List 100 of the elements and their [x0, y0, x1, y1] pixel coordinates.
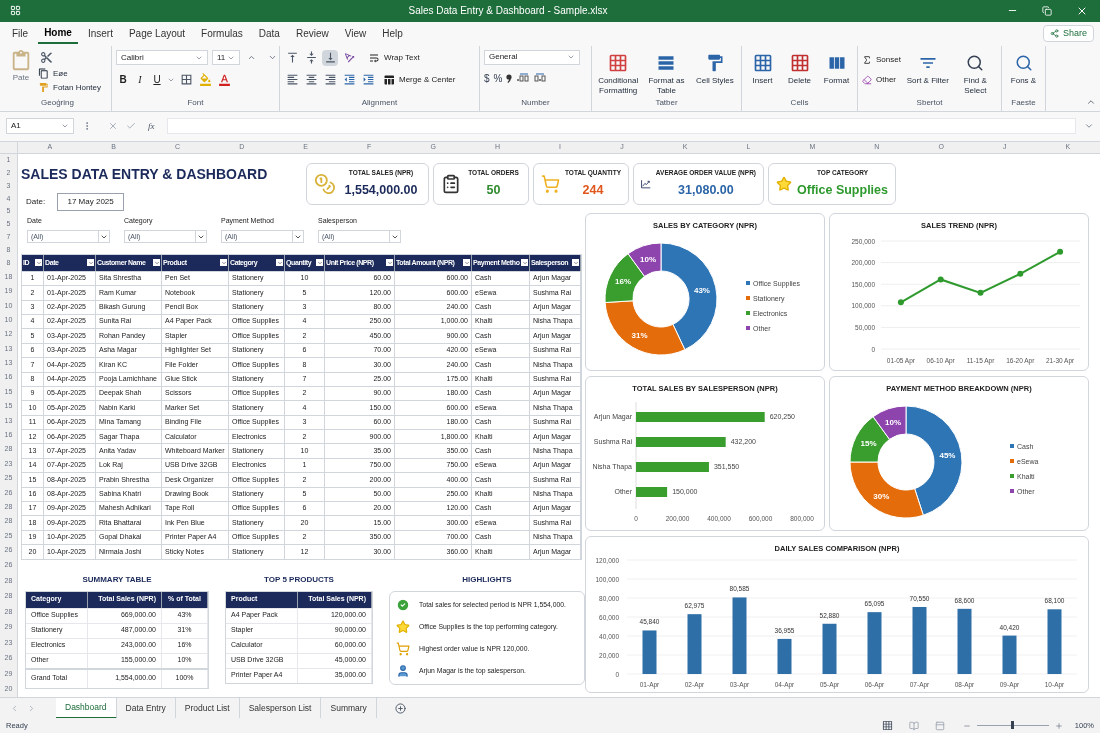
- data-label: 30%: [872, 492, 889, 501]
- menu-tab[interactable]: Help: [376, 23, 409, 44]
- kpi-value: 1,554,000.00: [344, 181, 418, 199]
- magnifier-icon: [1014, 53, 1033, 72]
- data-point: [977, 289, 983, 296]
- font-name-field[interactable]: Calibri: [116, 50, 208, 66]
- filter-button[interactable]: [276, 259, 283, 267]
- conditional-formatting-button[interactable]: Conditional Formatting: [596, 49, 641, 96]
- merge-icon: [383, 73, 395, 86]
- data-label: 43%: [694, 285, 710, 295]
- copy-icon: [38, 68, 49, 80]
- cut-icon[interactable]: [38, 49, 54, 66]
- menu-tab[interactable]: Page Layout: [122, 23, 192, 44]
- insert-cells-button[interactable]: Insert: [746, 49, 779, 86]
- sort-filter-button[interactable]: Sort & Filter: [906, 49, 950, 86]
- bar: [1002, 635, 1017, 675]
- format-table-button[interactable]: Format as Table: [644, 49, 689, 96]
- dashboard-title: SALES DATA ENTRY & DASHBOARD: [21, 164, 269, 184]
- bar: [822, 623, 837, 675]
- filter-button[interactable]: [386, 259, 393, 267]
- formula-input[interactable]: [166, 118, 1076, 135]
- filter-button[interactable]: [572, 259, 579, 267]
- autosum-button[interactable]: Sonset: [862, 53, 903, 66]
- wrap-text-button[interactable]: Wrap Text: [368, 51, 420, 64]
- data-label: 10%: [884, 418, 901, 428]
- section-title: TOP 5 PRODUCTS: [264, 573, 334, 586]
- ribbon-group-label: Font: [186, 96, 205, 109]
- menu-tab[interactable]: View: [338, 23, 373, 44]
- bar: [642, 630, 657, 675]
- copy-button[interactable]: Eøe: [38, 67, 102, 80]
- insert-function-button[interactable]: fx: [144, 119, 159, 134]
- menu-tab[interactable]: Home: [38, 23, 78, 44]
- bar: [957, 608, 972, 675]
- paintbrush-icon: [38, 82, 49, 94]
- legend-swatch: [1009, 444, 1014, 449]
- filter-button[interactable]: [35, 259, 42, 267]
- zoom-slider-thumb[interactable]: [1011, 721, 1015, 729]
- legend-swatch: [746, 296, 750, 301]
- filter-button[interactable]: [521, 259, 528, 267]
- menu-tab[interactable]: Review: [289, 23, 335, 44]
- menu-tab[interactable]: Data: [252, 23, 286, 44]
- menu-tab[interactable]: File: [6, 23, 35, 44]
- clipboard-icon: [441, 173, 461, 194]
- percent-button[interactable]: %: [493, 70, 503, 86]
- ribbon-group-label: Faeste: [1010, 96, 1037, 109]
- bold-button[interactable]: B: [116, 72, 130, 88]
- share-icon: [1049, 29, 1059, 39]
- cell-styles-button[interactable]: Cell Styles: [692, 49, 737, 86]
- underline-button[interactable]: U: [150, 72, 164, 88]
- filter-button[interactable]: [87, 259, 94, 267]
- number-format-field[interactable]: General: [484, 49, 580, 65]
- filter-button[interactable]: [153, 259, 160, 267]
- insert-grid-icon: [752, 52, 773, 73]
- ribbon-group-label: Tatber: [654, 96, 679, 109]
- add-ins-button[interactable]: Fons &: [1006, 49, 1041, 86]
- find-select-button[interactable]: Find & Select: [953, 49, 997, 96]
- format-cells-button[interactable]: Format: [820, 49, 853, 86]
- ribbon-group-label: Geoģring: [40, 96, 75, 109]
- name-box[interactable]: A1: [6, 118, 74, 135]
- close-icon[interactable]: [1076, 5, 1088, 17]
- legend-swatch: [746, 311, 750, 316]
- sigma-icon: [862, 54, 872, 65]
- filter-button[interactable]: [220, 259, 227, 267]
- date-field[interactable]: 17 May 2025: [57, 192, 125, 211]
- delete-cells-button[interactable]: Delete: [783, 49, 816, 86]
- legend-swatch: [746, 281, 750, 286]
- bar: [1047, 609, 1062, 675]
- share-button[interactable]: Share: [1042, 25, 1094, 43]
- filter-button[interactable]: [463, 259, 470, 267]
- cart-icon: [396, 641, 410, 656]
- align-bottom-icon[interactable]: [322, 49, 338, 66]
- person-icon: [396, 663, 410, 678]
- data-point: [937, 276, 944, 283]
- legend-swatch: [1009, 489, 1014, 494]
- menu-tab[interactable]: Formulas: [195, 23, 249, 44]
- merge-center-button[interactable]: Merge & Center: [383, 73, 456, 86]
- decrease-decimal-icon[interactable]: [534, 73, 549, 84]
- comma-style-icon: [506, 73, 513, 83]
- increase-decimal-icon[interactable]: [516, 73, 531, 84]
- menu-tab[interactable]: Insert: [81, 23, 119, 44]
- kpi-value: 50: [486, 181, 501, 199]
- currency-button[interactable]: $: [484, 70, 490, 86]
- italic-button[interactable]: I: [133, 72, 147, 88]
- format-painter-button[interactable]: Fotan Hontey: [38, 81, 102, 94]
- normal-view-icon[interactable]: [881, 720, 893, 731]
- sheet-tab[interactable]: Dashboard: [56, 697, 117, 719]
- clear-button[interactable]: Other: [862, 73, 903, 86]
- window-title: Sales Data Entry & Dashboard - Sample.xlsx: [407, 4, 609, 19]
- ribbon-group-label: Sbertot: [915, 96, 944, 109]
- paste-button[interactable]: Pate: [8, 49, 34, 84]
- fill-color-icon[interactable]: [197, 71, 213, 88]
- filter-button[interactable]: [316, 259, 323, 267]
- app-menu-icon[interactable]: [10, 5, 21, 17]
- search-icon: [966, 53, 985, 72]
- add-sheet-icon[interactable]: [394, 702, 406, 714]
- bar: [636, 487, 668, 498]
- coins-icon: [314, 172, 336, 195]
- font-size-field[interactable]: 11: [212, 50, 240, 66]
- restore-icon[interactable]: [1042, 6, 1052, 16]
- data-label: 16%: [615, 277, 631, 287]
